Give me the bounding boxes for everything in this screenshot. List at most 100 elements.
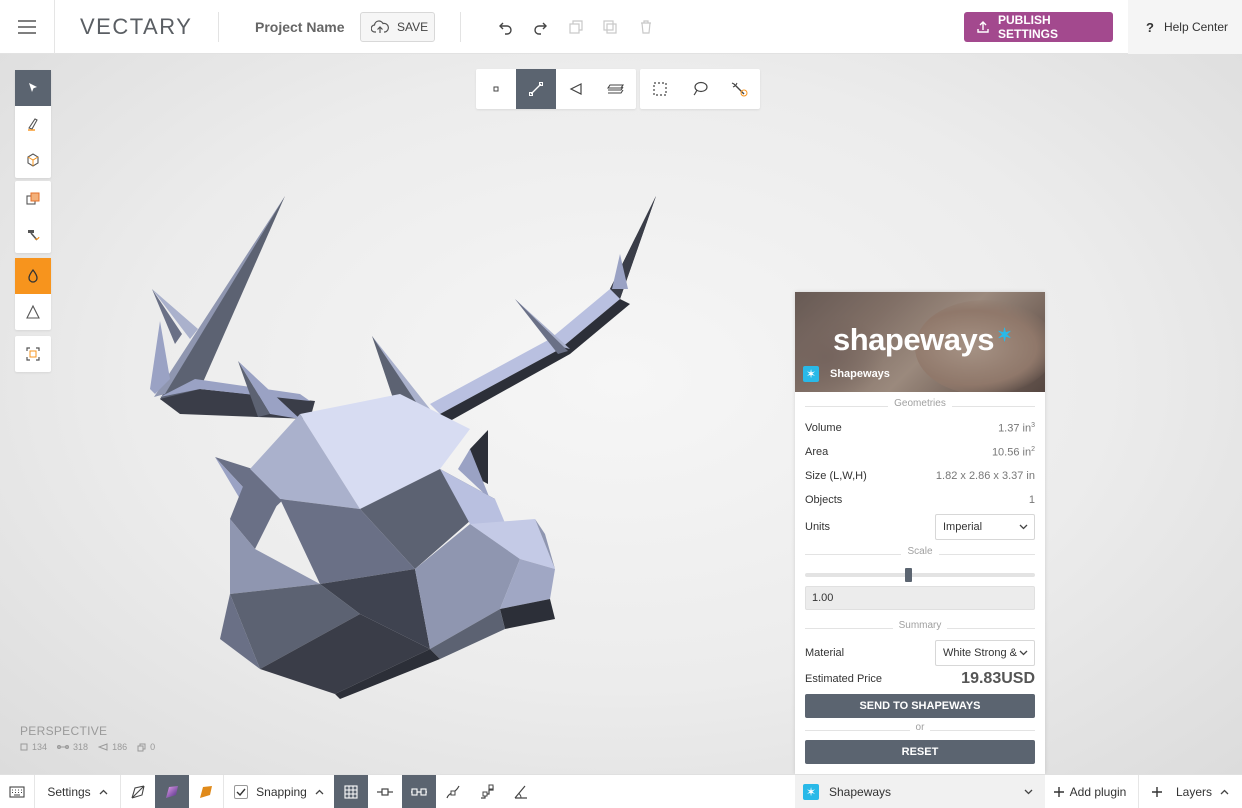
marquee-icon [652,81,668,97]
chevron-up-icon [315,789,324,795]
project-name[interactable]: Project Name [255,19,344,35]
edge-mode[interactable] [516,69,556,109]
vertex-snap-button[interactable] [368,775,402,808]
divider [460,12,461,42]
volume-label: Volume [805,422,842,434]
upload-icon [976,20,990,34]
magic-wand-icon [731,81,749,97]
delete-button[interactable] [635,16,657,38]
plugin-select[interactable]: ✶ Shapeways [795,775,1045,808]
save-button[interactable]: SAVE [360,12,435,42]
settings-dropdown[interactable]: Settings [35,775,120,808]
plus-icon [1053,787,1064,797]
snapping-checkbox[interactable] [234,785,249,799]
path-snap-button[interactable] [470,775,504,808]
face-icon [98,743,108,751]
objects-value: 1 [1028,494,1035,506]
shape-tool[interactable] [15,294,51,330]
face-mode[interactable] [556,69,596,109]
chevron-down-icon [1024,789,1033,795]
vertex-count: 134 [20,742,47,752]
primitives-tool[interactable] [15,142,51,178]
area-label: Area [805,446,829,458]
snapping-dropdown[interactable]: Snapping [224,775,334,808]
material-view-button[interactable] [189,775,223,808]
shaded-view-button[interactable] [155,775,189,808]
curve-snap-icon [445,784,461,800]
help-center-button[interactable]: ? Help Center [1128,0,1242,54]
divider [218,12,219,42]
angle-snap-button[interactable] [504,775,538,808]
curve-snap-button[interactable] [436,775,470,808]
units-select[interactable]: Imperial [935,514,1035,540]
volume-row: Volume 1.37 in3 [805,416,1035,440]
question-icon: ? [1146,19,1154,35]
publish-label: PUBLISH SETTINGS [998,13,1059,41]
area-value: 10.56 in2 [991,445,1035,459]
wireframe-icon [130,784,146,800]
layers-dropdown[interactable]: Layers [1139,775,1242,808]
geometries-section-title: Geometries [805,398,1035,414]
pen-tool[interactable] [15,106,51,142]
plus-icon [1151,787,1162,797]
vertex-mode[interactable] [476,69,516,109]
select-tool[interactable] [15,70,51,106]
chevron-up-icon [99,789,108,795]
material-select[interactable]: White Strong & [935,640,1035,666]
left-toolbar-group-2 [15,181,51,253]
scale-input[interactable]: 1.00 [805,586,1035,610]
top-bar: VECTARY Project Name SAVE PUBLISH SETTIN… [0,0,1242,54]
scale-slider[interactable] [805,568,1035,582]
duplicate-button[interactable] [565,16,587,38]
area-row: Area 10.56 in2 [805,440,1035,464]
redo-button[interactable] [529,16,551,38]
menu-button[interactable] [0,0,55,54]
edge-snap-button[interactable] [402,775,436,808]
edge-icon [528,81,544,97]
edge-icon [57,743,70,751]
cube-icon [25,152,41,168]
shaded-icon [164,784,180,800]
cursor-arrow-icon [27,82,39,94]
boolean-tool[interactable] [15,181,51,217]
lasso-select-tool[interactable] [680,69,720,109]
send-to-shapeways-button[interactable]: SEND TO SHAPEWAYS [805,694,1035,718]
deer-head-model[interactable] [140,139,680,699]
publish-settings-button[interactable]: PUBLISH SETTINGS [964,12,1113,42]
shapeways-badge-icon: ✶ [803,366,819,382]
save-label: SAVE [397,20,429,34]
keyboard-shortcuts-button[interactable] [0,775,34,808]
price-value: 19.83USD [961,670,1035,687]
face-count: 186 [98,742,127,752]
wireframe-view-button[interactable] [121,775,155,808]
angle-snap-icon [513,784,529,800]
object-mode[interactable] [596,69,636,109]
reset-button[interactable]: RESET [805,740,1035,764]
hamburger-icon [17,20,37,34]
boolean-icon [25,191,41,207]
chevron-down-icon [1019,524,1028,530]
scale-section-title: Scale [805,546,1035,562]
shapeways-badge-icon: ✶ [803,784,819,800]
triangle-icon [25,304,41,320]
shapeways-banner: shapeways ✶ ✶ Shapeways [795,292,1045,392]
selection-tools-toolbar [640,69,760,109]
fit-view-button[interactable] [15,336,51,372]
add-plugin-button[interactable]: Add plugin [1045,775,1135,808]
undo-button[interactable] [495,16,517,38]
left-toolbar-group-1 [15,70,51,178]
material-tool[interactable] [15,258,51,294]
box-select-tool[interactable] [640,69,680,109]
selection-mode-toolbar [476,69,636,109]
material-view-icon [198,784,214,800]
chevron-up-icon [1220,789,1229,795]
copy-button[interactable] [599,16,621,38]
object-count: 0 [137,742,155,752]
magic-select-tool[interactable] [720,69,760,109]
3d-viewport[interactable]: PERSPECTIVE 134 318 186 0 [0,54,1242,774]
layers-stack-icon [607,81,625,97]
shapeways-panel: shapeways ✶ ✶ Shapeways Geometries Volum… [795,292,1045,774]
modify-tool[interactable] [15,217,51,253]
scale-slider-thumb[interactable] [905,568,912,582]
grid-snap-button[interactable] [334,775,368,808]
